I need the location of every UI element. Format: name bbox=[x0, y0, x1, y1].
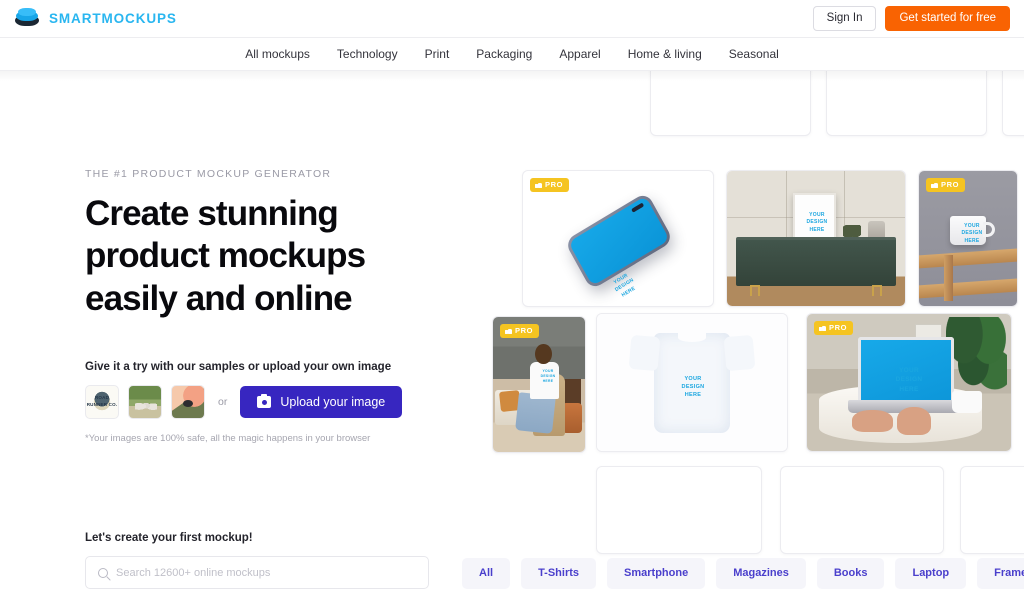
nav-item-seasonal[interactable]: Seasonal bbox=[729, 48, 779, 60]
samples-row: ROAD RUNNER CO. or Upload your image bbox=[85, 385, 435, 419]
brand-logo[interactable]: SMARTMOCKUPS bbox=[0, 7, 177, 30]
pro-badge: PRO bbox=[500, 324, 540, 338]
nav-item-all-mockups[interactable]: All mockups bbox=[245, 48, 310, 60]
sample-thumb-people-outdoors[interactable] bbox=[128, 385, 162, 419]
mockup-card-tshirt-model[interactable]: YOUR DESIGN HERE PRO bbox=[492, 316, 586, 453]
search-box[interactable] bbox=[85, 556, 429, 589]
sideboard-leg bbox=[871, 284, 882, 296]
safety-note: *Your images are 100% safe, all the magi… bbox=[85, 433, 371, 444]
mockup-gallery: YOUR DESIGN HERE PRO YOUR DESIGN HERE YO… bbox=[470, 58, 1024, 554]
category-chip-frames[interactable]: Frames bbox=[977, 557, 1024, 589]
woven-basket bbox=[562, 403, 583, 434]
get-started-button[interactable]: Get started for free bbox=[885, 5, 1010, 32]
mockup-card-smartphone[interactable]: YOUR DESIGN HERE PRO bbox=[522, 170, 714, 307]
headline-line-2: product mockups bbox=[85, 236, 366, 276]
camera-icon bbox=[257, 393, 272, 408]
pro-badge: PRO bbox=[814, 321, 854, 335]
sign-in-button[interactable]: Sign In bbox=[812, 5, 877, 32]
sample-thumb-abstract-art[interactable] bbox=[171, 385, 205, 419]
page-title: Create stunning product mockups easily a… bbox=[85, 193, 425, 320]
mockup-card-placeholder-bottom-2[interactable] bbox=[780, 466, 944, 554]
category-chip-smartphone[interactable]: Smartphone bbox=[607, 557, 706, 589]
brand-name: SMARTMOCKUPS bbox=[49, 11, 177, 26]
search-icon bbox=[98, 567, 108, 578]
category-chip-magazines[interactable]: Magazines bbox=[716, 557, 806, 589]
design-placeholder-text: YOUR DESIGN HERE bbox=[961, 223, 983, 244]
poster-interior-mockup-image: YOUR DESIGN HERE bbox=[727, 171, 905, 306]
coffee-cup bbox=[951, 390, 983, 413]
hand-right bbox=[896, 407, 932, 435]
try-samples-label: Give it a try with our samples or upload… bbox=[85, 361, 392, 373]
design-placeholder-text: YOUR DESIGN HERE bbox=[681, 376, 705, 398]
thumbs-up-icon bbox=[931, 181, 938, 189]
design-placeholder-text: YOUR DESIGN HERE bbox=[540, 369, 556, 383]
category-chip-all[interactable]: All bbox=[462, 557, 511, 589]
nav-item-apparel[interactable]: Apparel bbox=[559, 48, 600, 60]
pro-badge-label: PRO bbox=[941, 180, 960, 189]
category-chip-books[interactable]: Books bbox=[816, 557, 885, 589]
hero-eyebrow: THE #1 PRODUCT MOCKUP GENERATOR bbox=[85, 168, 332, 180]
nav-item-home-and-living[interactable]: Home & living bbox=[628, 48, 702, 60]
thumbs-up-icon bbox=[819, 324, 826, 332]
person-head bbox=[535, 344, 552, 365]
sample-thumb-caption: ROAD RUNNER CO. bbox=[86, 395, 118, 407]
green-sideboard bbox=[735, 237, 897, 296]
tshirt-flat-mockup-image: YOUR DESIGN HERE bbox=[597, 314, 787, 451]
mockup-card-placeholder-bottom-1[interactable] bbox=[596, 466, 762, 554]
page-root: SMARTMOCKUPS Sign In Get started for fre… bbox=[0, 0, 1024, 605]
upload-your-image-button[interactable]: Upload your image bbox=[240, 385, 403, 419]
upload-button-label: Upload your image bbox=[280, 394, 386, 409]
mockup-card-laptop[interactable]: YOUR DESIGN HERE PRO bbox=[806, 313, 1012, 452]
mockup-card-poster-interior[interactable]: YOUR DESIGN HERE bbox=[726, 170, 906, 307]
thumbs-up-icon bbox=[505, 327, 512, 335]
thumbs-up-icon bbox=[535, 181, 542, 189]
or-separator-label: or bbox=[218, 396, 228, 408]
bench-post bbox=[944, 254, 954, 301]
mockup-card-mug[interactable]: YOUR DESIGN HERE PRO bbox=[918, 170, 1018, 307]
headline-line-1: Create stunning bbox=[85, 194, 339, 233]
mockup-card-placeholder-bottom-3[interactable] bbox=[960, 466, 1024, 554]
category-chip-t-shirts[interactable]: T-Shirts bbox=[521, 557, 597, 589]
sideboard-leg bbox=[750, 284, 761, 296]
hand-left bbox=[851, 409, 893, 432]
pro-badge-label: PRO bbox=[829, 323, 848, 332]
mockup-card-tshirt-flat[interactable]: YOUR DESIGN HERE bbox=[596, 313, 788, 452]
search-section-label: Let's create your first mockup! bbox=[85, 532, 253, 544]
top-bar: SMARTMOCKUPS Sign In Get started for fre… bbox=[0, 0, 1024, 38]
nav-item-print[interactable]: Print bbox=[425, 48, 450, 60]
pro-badge: PRO bbox=[530, 178, 570, 192]
design-placeholder-text: YOUR DESIGN HERE bbox=[806, 212, 828, 233]
main-nav: All mockups Technology Print Packaging A… bbox=[0, 38, 1024, 71]
sample-thumb-road-runner-logo[interactable]: ROAD RUNNER CO. bbox=[85, 385, 119, 419]
try-samples-section: Give it a try with our samples or upload… bbox=[85, 361, 435, 444]
pro-badge-label: PRO bbox=[545, 180, 564, 189]
headline-line-3: easily and online bbox=[85, 278, 353, 318]
nav-item-packaging[interactable]: Packaging bbox=[476, 48, 532, 60]
stacked-layers-icon bbox=[14, 7, 40, 30]
hero-section: THE #1 PRODUCT MOCKUP GENERATOR Create s… bbox=[85, 168, 425, 320]
nav-item-technology[interactable]: Technology bbox=[337, 48, 398, 60]
category-chip-laptop[interactable]: Laptop bbox=[895, 557, 967, 589]
pro-badge-label: PRO bbox=[515, 326, 534, 335]
tshirt-collar bbox=[677, 333, 707, 343]
search-input[interactable] bbox=[116, 566, 416, 579]
search-section: Let's create your first mockup! bbox=[85, 532, 429, 589]
top-bar-actions: Sign In Get started for free bbox=[812, 5, 1024, 32]
laptop-mockup-image: YOUR DESIGN HERE bbox=[807, 314, 1011, 451]
pro-badge: PRO bbox=[926, 178, 966, 192]
smartphone-screen bbox=[568, 195, 670, 287]
design-placeholder-text: YOUR DESIGN HERE bbox=[895, 367, 923, 393]
category-chips: All T-Shirts Smartphone Magazines Books … bbox=[462, 556, 1024, 590]
